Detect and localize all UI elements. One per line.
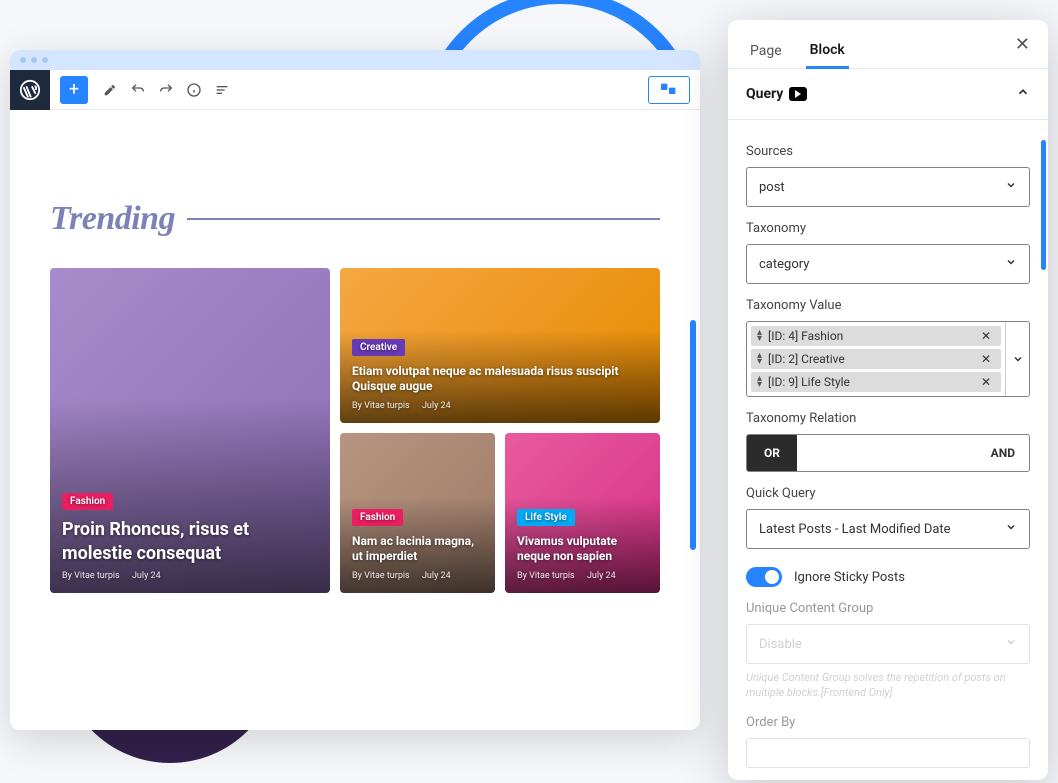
editor-toolbar: +: [10, 70, 700, 110]
taxonomy-chip-label: [ID: 9] Life Style: [768, 375, 850, 389]
post-title: Vivamus vulputate neque non sapien: [517, 534, 648, 565]
post-card-hero[interactable]: Fashion Proin Rhoncus, risus et molestie…: [50, 268, 330, 593]
select-unique-group[interactable]: Disable: [746, 624, 1030, 664]
chevron-down-icon: [1005, 636, 1017, 652]
post-date: July 24: [132, 571, 161, 581]
list-view-icon[interactable]: [210, 78, 234, 102]
taxonomy-value-list: ▴▾ [ID: 4] Fashion ✕ ▴▾ [ID: 2] Creative…: [747, 322, 1005, 396]
info-icon[interactable]: [182, 78, 206, 102]
block-navigator-button[interactable]: [648, 76, 690, 104]
post-date: July 24: [587, 571, 616, 581]
add-block-button[interactable]: +: [60, 76, 88, 104]
toggle-row-ignore-sticky: Ignore Sticky Posts: [746, 567, 1030, 587]
relation-option-or[interactable]: OR: [747, 435, 797, 471]
category-badge: Creative: [352, 339, 405, 356]
chevron-down-icon: [1005, 521, 1017, 537]
taxonomy-value-box: ▴▾ [ID: 4] Fashion ✕ ▴▾ [ID: 2] Creative…: [746, 321, 1030, 397]
redo-icon[interactable]: [154, 78, 178, 102]
taxonomy-chip[interactable]: ▴▾ [ID: 2] Creative ✕: [751, 349, 1001, 369]
taxonomy-chip[interactable]: ▴▾ [ID: 4] Fashion ✕: [751, 326, 1001, 346]
inspector-sidebar: Page Block ✕ Query Sources post Taxonomy…: [728, 20, 1048, 780]
select-taxonomy[interactable]: category: [746, 244, 1030, 284]
taxonomy-chip-label: [ID: 2] Creative: [768, 352, 845, 366]
select-value: Latest Posts - Last Modified Date: [759, 522, 951, 537]
sort-handle-icon[interactable]: ▴▾: [757, 330, 762, 342]
category-badge: Fashion: [352, 509, 403, 526]
label-taxonomy: Taxonomy: [746, 221, 1030, 236]
post-author: By Vitae turpis: [517, 571, 575, 581]
post-card[interactable]: Fashion Nam ac lacinia magna, ut imperdi…: [340, 433, 495, 593]
section-heading: Trending: [50, 200, 175, 238]
label-taxonomy-relation: Taxonomy Relation: [746, 411, 1030, 426]
editor-window: + Trending Fashion Proin Rhoncus, risus …: [10, 50, 700, 730]
remove-chip-icon[interactable]: ✕: [977, 329, 995, 343]
category-badge: Fashion: [62, 493, 113, 510]
post-author: By Vitae turpis: [352, 401, 410, 411]
taxonomy-chip[interactable]: ▴▾ [ID: 9] Life Style ✕: [751, 372, 1001, 392]
category-badge: Life Style: [517, 509, 575, 526]
video-help-icon[interactable]: [789, 87, 807, 101]
segmented-relation: OR AND: [746, 434, 1030, 472]
block-selection-handle[interactable]: [690, 320, 696, 550]
traffic-light-dot: [42, 57, 48, 63]
edit-icon[interactable]: [98, 78, 122, 102]
editor-canvas[interactable]: Trending Fashion Proin Rhoncus, risus et…: [10, 110, 700, 613]
chevron-down-icon: [1005, 179, 1017, 195]
section-heading-row: Trending: [50, 200, 660, 238]
chevron-down-icon: [1005, 256, 1017, 272]
sort-handle-icon[interactable]: ▴▾: [757, 353, 762, 365]
select-value: post: [759, 180, 785, 195]
select-sources[interactable]: post: [746, 167, 1030, 207]
sidebar-tabs: Page Block ✕: [728, 20, 1048, 69]
post-date: July 24: [422, 571, 451, 581]
post-author: By Vitae turpis: [352, 571, 410, 581]
panel-title: Query: [746, 86, 783, 102]
close-icon[interactable]: ✕: [1015, 34, 1030, 55]
panel-header-query[interactable]: Query: [728, 69, 1048, 120]
label-taxonomy-value: Taxonomy Value: [746, 298, 1030, 313]
taxonomy-chip-label: [ID: 4] Fashion: [768, 329, 843, 343]
tab-block[interactable]: Block: [806, 34, 849, 69]
post-date: July 24: [422, 401, 451, 411]
chevron-up-icon: [1016, 85, 1030, 103]
select-value: category: [759, 257, 809, 272]
remove-chip-icon[interactable]: ✕: [977, 375, 995, 389]
label-quick-query: Quick Query: [746, 486, 1030, 501]
select-quick-query[interactable]: Latest Posts - Last Modified Date: [746, 509, 1030, 549]
post-grid-block[interactable]: Fashion Proin Rhoncus, risus et molestie…: [50, 268, 660, 593]
post-meta: By Vitae turpis July 24: [352, 401, 648, 411]
scrollbar-thumb[interactable]: [1041, 140, 1046, 270]
wordpress-logo-icon[interactable]: [10, 70, 50, 110]
traffic-light-dot: [20, 57, 26, 63]
post-meta: By Vitae turpis July 24: [517, 571, 648, 581]
window-titlebar: [10, 50, 700, 70]
sort-handle-icon[interactable]: ▴▾: [757, 376, 762, 388]
taxonomy-dropdown-toggle[interactable]: [1005, 322, 1029, 396]
post-title: Nam ac lacinia magna, ut imperdiet: [352, 534, 483, 565]
select-value: Disable: [759, 637, 802, 652]
relation-option-and[interactable]: AND: [797, 435, 1029, 471]
post-card[interactable]: Creative Etiam volutpat neque ac malesua…: [340, 268, 660, 423]
post-card[interactable]: Life Style Vivamus vulputate neque non s…: [505, 433, 660, 593]
remove-chip-icon[interactable]: ✕: [977, 352, 995, 366]
post-meta: By Vitae turpis July 24: [352, 571, 483, 581]
post-author: By Vitae turpis: [62, 571, 120, 581]
label-order-by: Order By: [746, 715, 1030, 730]
label-unique-group: Unique Content Group: [746, 601, 1030, 616]
toggle-ignore-sticky[interactable]: [746, 567, 782, 587]
heading-rule: [187, 218, 660, 220]
post-title: Proin Rhoncus, risus et molestie consequ…: [62, 518, 318, 565]
undo-icon[interactable]: [126, 78, 150, 102]
post-title: Etiam volutpat neque ac malesuada risus …: [352, 364, 648, 395]
toggle-label: Ignore Sticky Posts: [794, 570, 905, 585]
traffic-light-dot: [31, 57, 37, 63]
label-sources: Sources: [746, 144, 1030, 159]
tab-page[interactable]: Page: [746, 35, 786, 67]
select-order-by[interactable]: [746, 738, 1030, 768]
post-meta: By Vitae turpis July 24: [62, 571, 318, 581]
hint-unique-group: Unique Content Group solves the repetiti…: [746, 670, 1030, 701]
